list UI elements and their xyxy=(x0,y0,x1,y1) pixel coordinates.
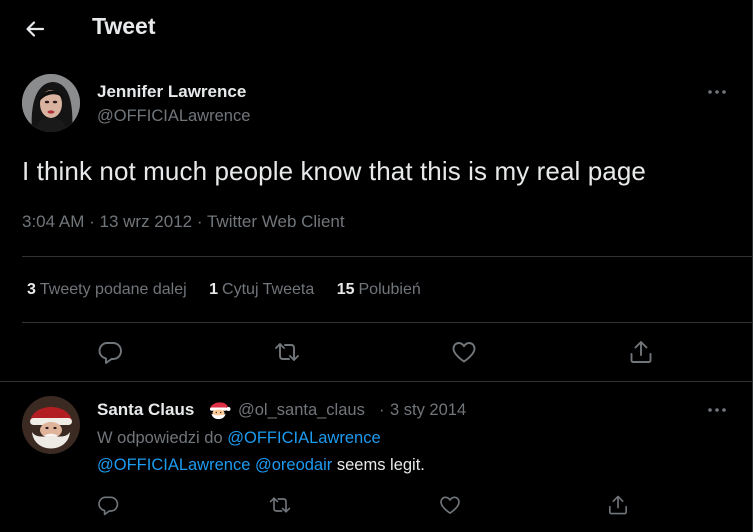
reply-author-name[interactable]: Santa Claus xyxy=(97,400,194,420)
tweet-source[interactable]: Twitter Web Client xyxy=(207,212,345,231)
author-name[interactable]: Jennifer Lawrence xyxy=(97,82,246,102)
reply-bubble-icon xyxy=(98,342,122,364)
santa-emoji xyxy=(207,398,231,422)
like-button[interactable] xyxy=(450,338,478,366)
likes-label: Polubień xyxy=(358,281,421,298)
quotes-count: 1 xyxy=(209,281,219,298)
replying-prefix: W odpowiedzi do xyxy=(97,429,223,447)
mention-link[interactable]: @oreodair xyxy=(255,456,332,474)
tweet-text: I think not much people know that this i… xyxy=(22,156,646,186)
meta-separator: · xyxy=(196,212,203,231)
retweet-icon xyxy=(275,343,299,361)
retweet-button[interactable] xyxy=(273,338,301,366)
avatar-image xyxy=(22,74,80,132)
avatar[interactable] xyxy=(22,74,80,132)
tweet-meta: 3:04 AM · 13 wrz 2012 · Twitter Web Clie… xyxy=(22,212,345,232)
reply-like-button[interactable] xyxy=(438,493,462,517)
santa-emoji-icon xyxy=(210,402,231,420)
tweet-date[interactable]: 13 wrz 2012 xyxy=(100,212,193,231)
meta-separator: · xyxy=(89,212,95,231)
share-upload-icon xyxy=(630,341,652,363)
replying-to-link[interactable]: @OFFICIALawrence xyxy=(227,429,380,447)
reply-avatar[interactable] xyxy=(22,396,80,454)
reply-author-handle[interactable]: @ol_santa_claus xyxy=(238,401,365,420)
tweet-time[interactable]: 3:04 AM xyxy=(22,212,84,231)
heart-icon xyxy=(440,496,460,514)
back-button[interactable] xyxy=(22,16,48,42)
divider xyxy=(22,322,752,323)
tweet-stats: 3 Tweety podane dalej 1 Cytuj Tweeta 15 Pol… xyxy=(27,281,439,299)
more-button[interactable] xyxy=(706,84,728,100)
reply-bubble-icon xyxy=(98,496,119,516)
likes-stat[interactable]: 15 Polubień xyxy=(337,281,421,299)
reply-body: seems legit. xyxy=(336,456,425,474)
author-handle[interactable]: @OFFICIALawrence xyxy=(97,107,250,126)
reply-button[interactable] xyxy=(96,338,124,366)
more-dots-icon xyxy=(708,408,726,412)
divider xyxy=(22,256,752,257)
reply-more-button[interactable] xyxy=(706,402,728,418)
retweet-icon xyxy=(269,497,291,513)
heart-icon xyxy=(452,342,476,363)
more-dots-icon xyxy=(708,90,726,94)
reply-text: @OFFICIALawrence @oreodair seems legit. xyxy=(97,456,425,475)
quotes-label: Cytuj Tweeta xyxy=(222,281,315,298)
likes-count: 15 xyxy=(336,281,355,298)
arrow-left-icon xyxy=(26,21,45,37)
replying-to: W odpowiedzi do @OFFICIALawrence xyxy=(97,429,381,448)
tweet-page: Tweet Jennifer Lawrence @OFFICIALawrence… xyxy=(0,0,753,532)
page-title: Tweet xyxy=(92,13,156,39)
reply-separator: · xyxy=(379,401,385,419)
reply-retweet-button[interactable] xyxy=(268,493,292,517)
reply-share-button[interactable] xyxy=(606,493,630,517)
retweets-label: Tweety podane dalej xyxy=(39,281,187,298)
santa-avatar-image xyxy=(22,396,80,454)
reply-reply-button[interactable] xyxy=(96,493,120,517)
page-header: Tweet xyxy=(0,0,752,56)
reply-date[interactable]: 3 sty 2014 xyxy=(390,401,466,420)
retweets-count: 3 xyxy=(27,281,36,298)
retweets-stat[interactable]: 3 Tweety podane dalej xyxy=(27,281,187,299)
share-upload-icon xyxy=(609,495,627,515)
quotes-stat[interactable]: 1 Cytuj Tweeta xyxy=(209,281,314,299)
divider xyxy=(0,381,752,382)
share-button[interactable] xyxy=(627,338,655,366)
mention-link[interactable]: @OFFICIALawrence xyxy=(97,456,250,474)
